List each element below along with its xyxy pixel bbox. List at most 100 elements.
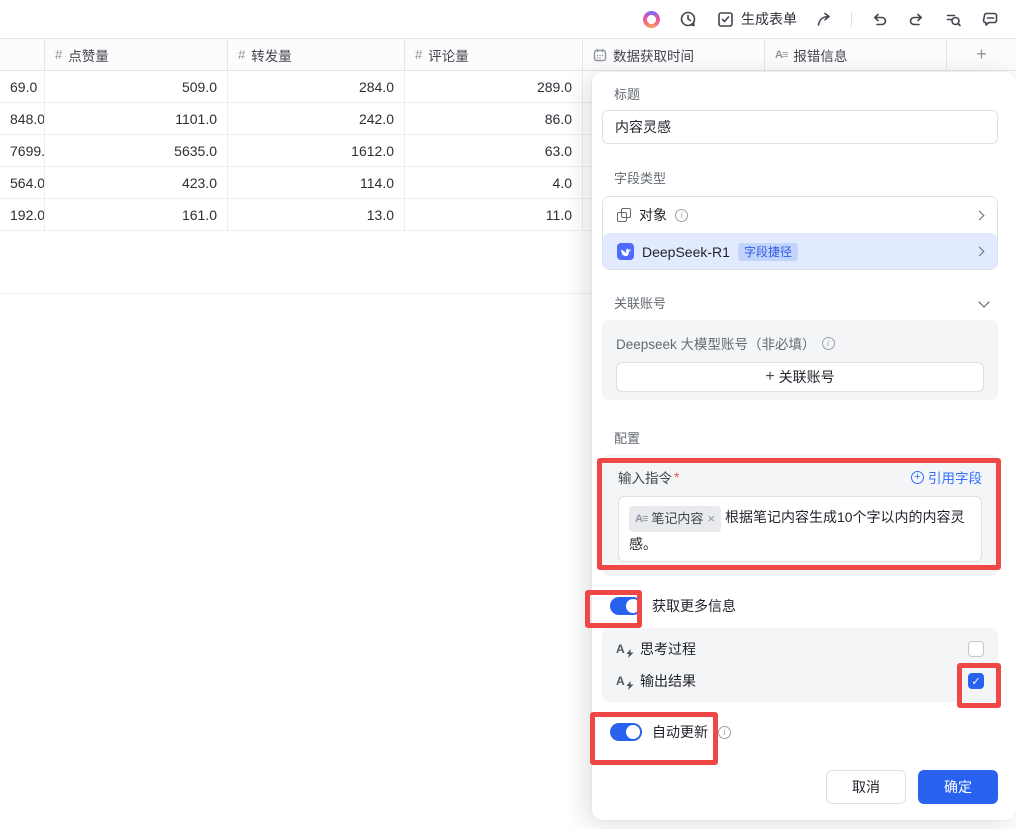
ai-field-icon: A [616, 641, 632, 657]
link-account-button-label: 关联账号 [779, 367, 835, 387]
confirm-button[interactable]: 确定 [918, 770, 998, 804]
table-cell[interactable]: 1101.0 [45, 103, 228, 134]
column-header-label: 数据获取时间 [613, 45, 694, 65]
column-header-fetch-time[interactable]: 数据获取时间 [583, 39, 765, 70]
plus-circle-icon: + [911, 471, 924, 484]
output-result-checkbox[interactable]: ✓ [968, 673, 984, 689]
share-icon[interactable] [814, 9, 834, 29]
table-cell[interactable]: 161.0 [45, 199, 228, 230]
table-header-row: # 点赞量 # 转发量 # 评论量 数据获取时间 A≡ 报错信息 + [0, 38, 1016, 71]
required-asterisk: * [674, 469, 679, 485]
reference-field-link[interactable]: + 引用字段 [911, 467, 982, 487]
more-info-options: A 思考过程 ✓ A 输出结果 ✓ [602, 628, 998, 702]
field-chip[interactable]: A≡ 笔记内容 × [629, 506, 721, 532]
history-icon[interactable] [678, 9, 698, 29]
table-cell[interactable]: 114.0 [228, 167, 405, 198]
auto-update-row: 自动更新 i [610, 722, 998, 742]
column-header-comments[interactable]: # 评论量 [405, 39, 583, 70]
table-cell[interactable]: 289.0 [405, 71, 583, 102]
table-cell[interactable]: 509.0 [45, 71, 228, 102]
more-info-toggle[interactable] [610, 597, 642, 615]
table-cell[interactable]: 284.0 [228, 71, 405, 102]
field-type-deepseek-row[interactable]: DeepSeek-R1 字段捷径 [603, 233, 997, 270]
more-info-label: 获取更多信息 [652, 596, 736, 616]
link-account-button[interactable]: + 关联账号 [616, 362, 984, 392]
number-field-icon: # [55, 47, 62, 62]
reference-field-label: 引用字段 [928, 467, 982, 487]
column-header-error-info[interactable]: A≡ 报错信息 [765, 39, 947, 70]
deepseek-logo-icon [617, 243, 634, 260]
table-cell[interactable]: 4.0 [405, 167, 583, 198]
column-header-label: 报错信息 [793, 45, 847, 65]
number-field-icon: # [415, 47, 422, 62]
plus-icon: + [976, 44, 987, 65]
column-header-partial[interactable] [0, 39, 45, 70]
undo-icon[interactable] [869, 9, 889, 29]
chip-remove-icon[interactable]: × [707, 507, 715, 531]
comment-icon[interactable] [980, 9, 1000, 29]
chevron-right-icon [975, 210, 985, 220]
info-icon[interactable]: i [675, 209, 688, 222]
table-cell[interactable]: 63.0 [405, 135, 583, 166]
chevron-down-icon[interactable] [978, 296, 989, 307]
more-info-row: 获取更多信息 [610, 596, 998, 616]
text-field-icon: A≡ [635, 507, 647, 531]
generate-form-label: 生成表单 [741, 9, 797, 29]
option-row-output: A 输出结果 ✓ [616, 665, 984, 697]
prompt-section: 输入指令 * + 引用字段 A≡ 笔记内容 × 根据笔记内容生成10个字以内的内… [602, 454, 998, 576]
ai-assistant-icon[interactable] [641, 9, 661, 29]
generate-form-button[interactable]: 生成表单 [715, 9, 797, 29]
column-header-label: 评论量 [428, 45, 469, 65]
table-cell[interactable]: 423.0 [45, 167, 228, 198]
column-header-reposts[interactable]: # 转发量 [228, 39, 405, 70]
plus-icon: + [765, 368, 774, 386]
chevron-right-icon [975, 247, 985, 257]
linked-account-box: Deepseek 大模型账号（非必填） i + 关联账号 [602, 320, 998, 400]
table-cell[interactable]: 1612.0 [228, 135, 405, 166]
title-label: 标题 [614, 86, 998, 104]
table-cell[interactable]: 13.0 [228, 199, 405, 230]
auto-update-toggle[interactable] [610, 723, 642, 741]
field-type-object-row[interactable]: 对象 i [603, 197, 997, 233]
cancel-button[interactable]: 取消 [826, 770, 906, 804]
toolbar-divider [851, 12, 852, 27]
column-header-label: 转发量 [251, 45, 292, 65]
table-cell[interactable]: 11.0 [405, 199, 583, 230]
find-in-table-icon[interactable] [943, 9, 963, 29]
text-field-icon: A≡ [775, 49, 787, 61]
linked-account-section-header[interactable]: 关联账号 [602, 294, 998, 314]
table-cell[interactable]: 69.0 [0, 71, 45, 102]
top-toolbar: 生成表单 [0, 0, 1016, 38]
info-icon[interactable]: i [718, 726, 731, 739]
column-header-likes[interactable]: # 点赞量 [45, 39, 228, 70]
table-cell[interactable]: 564.0 [0, 167, 45, 198]
thinking-process-checkbox[interactable]: ✓ [968, 641, 984, 657]
field-type-label: 字段类型 [614, 170, 998, 188]
panel-footer: 取消 确定 [602, 770, 998, 804]
option-row-thinking: A 思考过程 ✓ [616, 633, 984, 665]
table-cell[interactable]: 86.0 [405, 103, 583, 134]
linked-account-label: 关联账号 [614, 295, 666, 313]
table-cell[interactable]: 5635.0 [45, 135, 228, 166]
table-cell[interactable]: 7699.0 [0, 135, 45, 166]
number-field-icon: # [238, 47, 245, 62]
object-label: 对象 [639, 205, 667, 225]
ai-field-icon: A [616, 673, 632, 689]
table-cell[interactable]: 192.0 [0, 199, 45, 230]
option-label: 思考过程 [640, 639, 696, 659]
deepseek-model-name: DeepSeek-R1 [642, 244, 730, 260]
table-cell[interactable]: 242.0 [228, 103, 405, 134]
redo-icon[interactable] [906, 9, 926, 29]
field-config-panel: 标题 字段类型 对象 i DeepSeek-R1 字段捷径 关联账号 Deeps… [592, 72, 1016, 820]
add-row-area[interactable] [0, 263, 592, 294]
info-icon[interactable]: i [822, 337, 835, 350]
table-cell[interactable]: 848.0 [0, 103, 45, 134]
field-type-selector: 对象 i DeepSeek-R1 字段捷径 [602, 196, 998, 270]
option-label: 输出结果 [640, 671, 696, 691]
prompt-textarea[interactable]: A≡ 笔记内容 × 根据笔记内容生成10个字以内的内容灵感。 [618, 496, 982, 562]
add-column-button[interactable]: + [947, 39, 1016, 70]
column-header-label: 点赞量 [68, 45, 109, 65]
prompt-label: 输入指令 [618, 467, 672, 487]
title-input[interactable] [602, 110, 998, 144]
field-shortcut-badge: 字段捷径 [738, 243, 798, 261]
